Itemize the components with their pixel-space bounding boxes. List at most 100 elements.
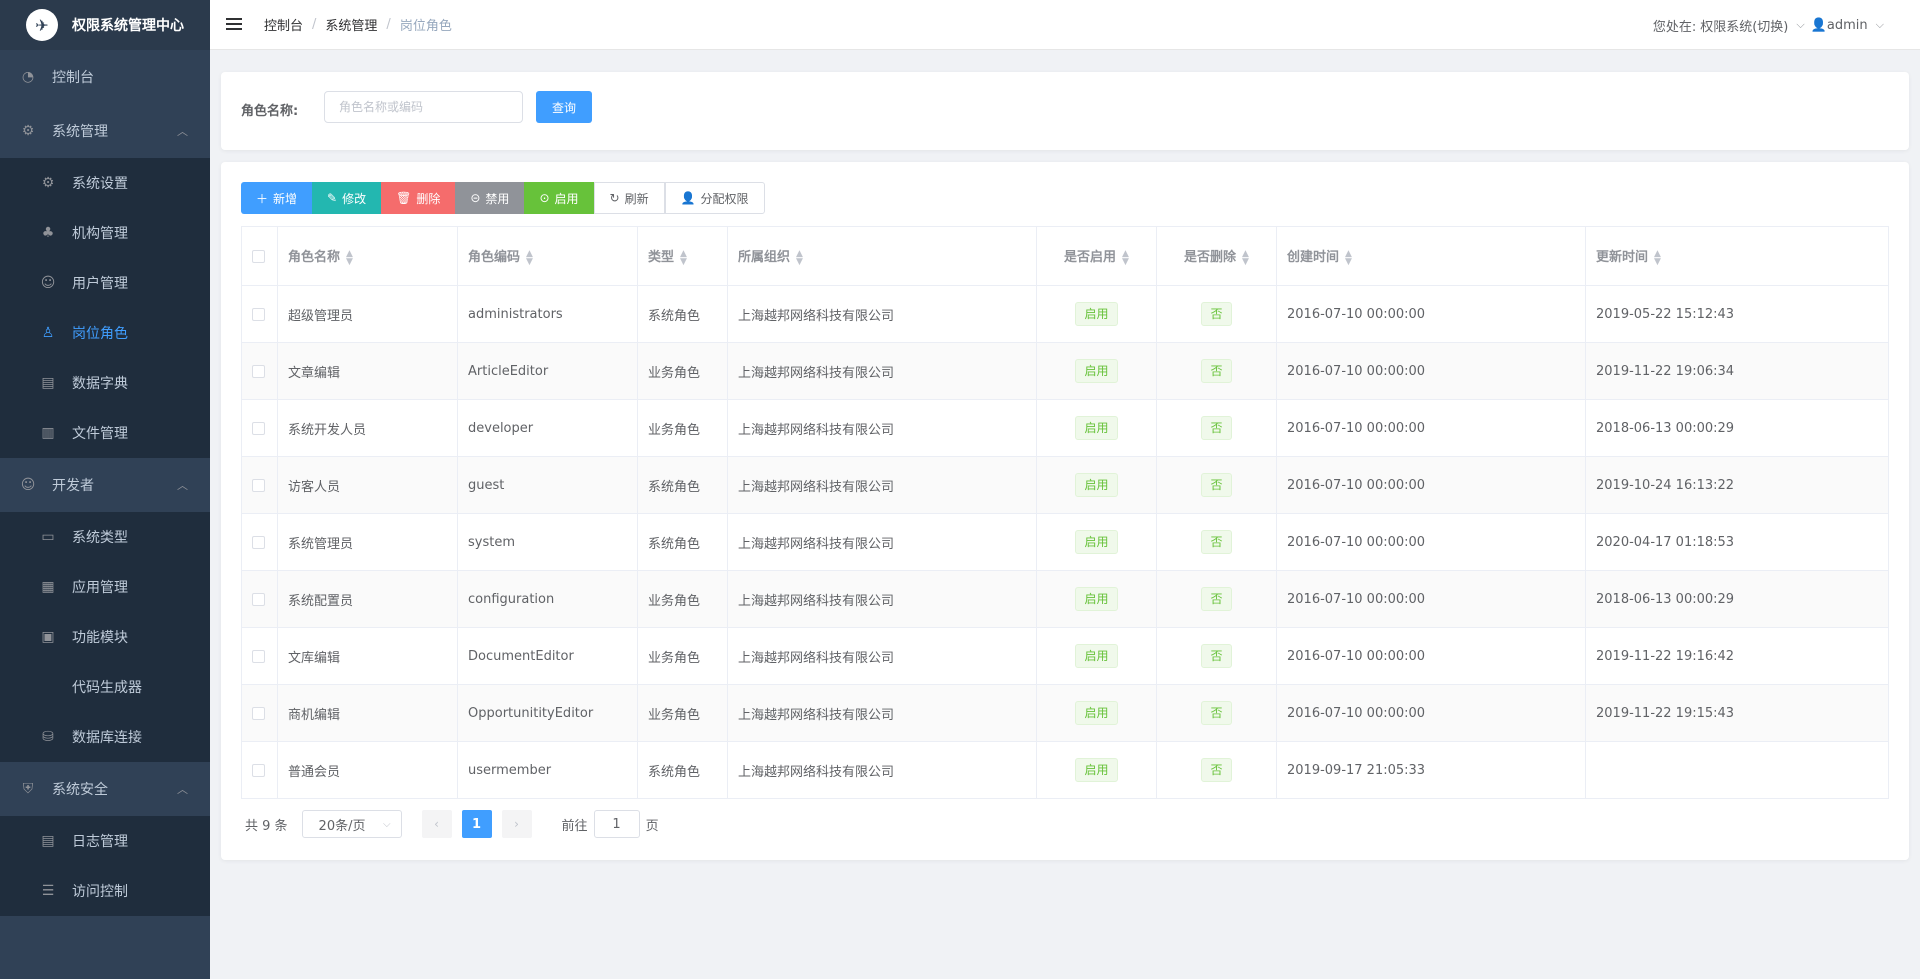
cell-role-name: 文库编辑 xyxy=(277,627,458,685)
page-size-select[interactable]: 20条/页 ⌵ xyxy=(301,810,402,838)
sidebar-item[interactable]: ▭ 系统类型 xyxy=(0,512,210,562)
page-jump-input[interactable] xyxy=(593,810,640,838)
disable-button[interactable]: ⊝ 禁用 xyxy=(455,182,525,214)
cell-org: 上海越邦网络科技有限公司 xyxy=(727,399,1037,457)
row-checkbox[interactable] xyxy=(252,421,265,435)
cell-updated: 2020-04-17 01:18:53 xyxy=(1585,513,1889,571)
system-switch[interactable]: 权限系统(切换) xyxy=(1700,16,1788,35)
cell-role-code: administrators xyxy=(457,285,638,343)
table-row[interactable]: 超级管理员 administrators 系统角色 上海越邦网络科技有限公司 启用 否 20… xyxy=(241,285,1889,343)
cell-type: 系统角色 xyxy=(637,513,728,571)
table-row[interactable]: 访客人员 guest 系统角色 上海越邦网络科技有限公司 启用 否 2016-07-10 0… xyxy=(241,456,1889,514)
cell-role-code: ArticleEditor xyxy=(457,342,638,400)
sidebar-item[interactable]: ▣ 功能模块 xyxy=(0,612,210,662)
sidebar-item[interactable]: 代码生成器 xyxy=(0,662,210,712)
row-checkbox[interactable] xyxy=(252,592,265,606)
cell-role-name: 文章编辑 xyxy=(277,342,458,400)
cell-updated: 2018-06-13 00:00:29 xyxy=(1585,570,1889,628)
sidebar-item[interactable]: ♣ 机构管理 xyxy=(0,208,210,258)
query-button[interactable]: 查询 xyxy=(536,91,592,123)
sidebar-item[interactable]: ♙ 岗位角色 xyxy=(0,308,210,358)
col-header[interactable]: 是否删除 ▲ ▼ xyxy=(1156,226,1277,286)
row-checkbox[interactable] xyxy=(252,706,265,720)
header-right: 您处在: 权限系统(切换) ⌵ 👤 admin ⌵ xyxy=(1653,0,1890,50)
enable-button[interactable]: ⊙ 启用 xyxy=(524,182,594,214)
col-header[interactable]: 创建时间 ▲ ▼ xyxy=(1276,226,1586,286)
col-header[interactable]: 是否启用 ▲ ▼ xyxy=(1036,226,1157,286)
row-checkbox[interactable] xyxy=(252,478,265,492)
sidebar-group-0[interactable]: ⚙ 系统管理 ︿ xyxy=(0,104,210,158)
table-row[interactable]: 普通会员 usermember 系统角色 上海越邦网络科技有限公司 启用 否 2019-09… xyxy=(241,741,1889,799)
sidebar-group-1[interactable]: ☺ 开发者 ︿ xyxy=(0,458,210,512)
sidebar-item-label: 数据库连接 xyxy=(72,730,142,746)
sidebar-item-label: 代码生成器 xyxy=(72,680,142,696)
delete-button[interactable]: 🗑 删除 xyxy=(381,182,456,214)
sidebar-item[interactable]: ▦ 应用管理 xyxy=(0,562,210,612)
roles-table: 角色名称 ▲ ▼ 角色编码 ▲ ▼ 类型 ▲ ▼ 所属组织 ▲ ▼ 是否启用 ▲ ▼ 是否删除 ▲ ▼ … xyxy=(241,226,1889,799)
cell-role-name: 访客人员 xyxy=(277,456,458,514)
row-checkbox[interactable] xyxy=(252,763,265,777)
sidebar-item-label: 岗位角色 xyxy=(72,326,128,342)
sidebar-item[interactable]: ☺ 用户管理 xyxy=(0,258,210,308)
user-icon: 👤 xyxy=(1810,17,1827,33)
sidebar-item-label: 控制台 xyxy=(52,70,94,86)
col-header[interactable]: 类型 ▲ ▼ xyxy=(637,226,728,286)
table-row[interactable]: 文章编辑 ArticleEditor 业务角色 上海越邦网络科技有限公司 启用 否 2016… xyxy=(241,342,1889,400)
role-search-input[interactable] xyxy=(324,91,523,123)
cell-role-code: configuration xyxy=(457,570,638,628)
sidebar-item[interactable]: ☰ 访问控制 xyxy=(0,866,210,916)
table-row[interactable]: 文库编辑 DocumentEditor 业务角色 上海越邦网络科技有限公司 启用 否 201… xyxy=(241,627,1889,685)
refresh-button[interactable]: ↻ 刷新 xyxy=(593,182,665,214)
table-row[interactable]: 系统管理员 system 系统角色 上海越邦网络科技有限公司 启用 否 2016-07-10… xyxy=(241,513,1889,571)
user-menu[interactable]: admin xyxy=(1827,18,1868,33)
deleted-badge: 否 xyxy=(1201,359,1232,383)
row-checkbox[interactable] xyxy=(252,649,265,663)
user-icon: ♙ xyxy=(41,325,55,341)
cell-org: 上海越邦网络科技有限公司 xyxy=(727,513,1037,571)
col-header[interactable]: 更新时间 ▲ ▼ xyxy=(1585,226,1889,286)
sidebar-item[interactable]: ▤ 日志管理 xyxy=(0,816,210,866)
page-number-current[interactable]: 1 xyxy=(461,810,492,838)
chevron-down-icon[interactable]: ⌵ xyxy=(1876,18,1884,32)
breadcrumb-item[interactable]: 系统管理 xyxy=(325,15,377,34)
table-row[interactable]: 系统开发人员 developer 业务角色 上海越邦网络科技有限公司 启用 否 2016-0… xyxy=(241,399,1889,457)
cell-role-code: usermember xyxy=(457,741,638,799)
col-header[interactable]: 角色名称 ▲ ▼ xyxy=(277,226,458,286)
disable-icon: ⊝ xyxy=(470,191,481,205)
table-row[interactable]: 系统配置员 configuration 业务角色 上海越邦网络科技有限公司 启用 否 201… xyxy=(241,570,1889,628)
deleted-badge: 否 xyxy=(1201,416,1232,440)
sidebar-submenu: ▭ 系统类型 ▦ 应用管理 ▣ 功能模块代码生成器 ⛁ 数据库连接 xyxy=(0,512,210,762)
prev-page-button[interactable]: ‹ xyxy=(421,810,452,838)
table-row[interactable]: 商机编辑 OpportunitityEditor 业务角色 上海越邦网络科技有限公司 启… xyxy=(241,684,1889,742)
breadcrumb-item[interactable]: 控制台 xyxy=(264,15,303,34)
row-checkbox[interactable] xyxy=(252,535,265,549)
sidebar-item[interactable]: ⛁ 数据库连接 xyxy=(0,712,210,762)
chevron-down-icon[interactable]: ⌵ xyxy=(1796,18,1804,32)
hamburger-icon[interactable] xyxy=(226,17,242,32)
add-button[interactable]: ＋新增 xyxy=(241,182,313,214)
edit-button[interactable]: ✎ 修改 xyxy=(312,182,382,214)
assign-permission-button[interactable]: 👤 分配权限 xyxy=(664,182,765,214)
sidebar-item[interactable]: ▤ 数据字典 xyxy=(0,358,210,408)
next-page-button[interactable]: › xyxy=(501,810,532,838)
cell-role-name: 系统配置员 xyxy=(277,570,458,628)
dictionary-icon: ▤ xyxy=(41,375,55,391)
sidebar-group-2[interactable]: ⛨ 系统安全 ︿ xyxy=(0,762,210,816)
chevron-up-icon: ︿ xyxy=(177,125,188,138)
row-checkbox[interactable] xyxy=(252,364,265,378)
sidebar-item-dashboard[interactable]: ◔ 控制台 xyxy=(0,50,210,104)
row-checkbox[interactable] xyxy=(252,307,265,321)
sidebar-item[interactable]: ⚙ 系统设置 xyxy=(0,158,210,208)
status-badge: 启用 xyxy=(1075,530,1118,554)
search-label: 角色名称: xyxy=(241,104,299,119)
col-header[interactable]: 所属组织 ▲ ▼ xyxy=(727,226,1037,286)
logo-icon: ✈ xyxy=(26,9,58,41)
breadcrumb: 控制台 / 系统管理 / 岗位角色 xyxy=(264,15,452,34)
deleted-badge: 否 xyxy=(1201,758,1232,782)
cell-type: 系统角色 xyxy=(637,456,728,514)
cell-org: 上海越邦网络科技有限公司 xyxy=(727,684,1037,742)
sidebar-item[interactable]: ▥ 文件管理 xyxy=(0,408,210,458)
col-header[interactable]: 角色编码 ▲ ▼ xyxy=(457,226,638,286)
select-all-checkbox[interactable] xyxy=(252,249,265,263)
cell-updated: 2019-10-24 16:13:22 xyxy=(1585,456,1889,514)
